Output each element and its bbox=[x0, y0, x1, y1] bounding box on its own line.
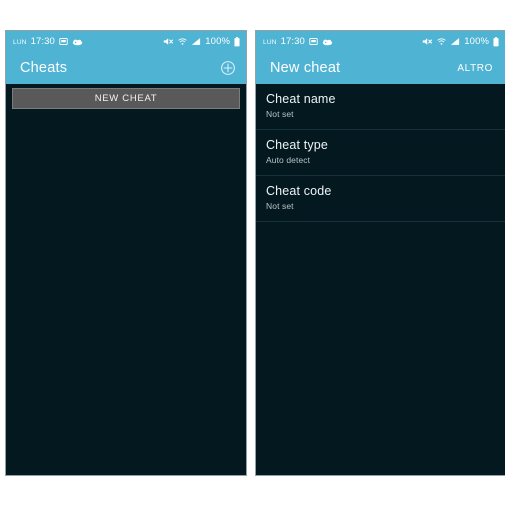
signal-icon bbox=[450, 37, 460, 46]
new-cheat-button-wrap: NEW CHEAT bbox=[6, 84, 246, 109]
cloud-sync-icon bbox=[322, 38, 333, 46]
sd-card-icon bbox=[59, 37, 68, 46]
mute-icon bbox=[422, 37, 433, 46]
page-title: Cheats bbox=[20, 60, 68, 76]
status-clock: 17:30 bbox=[30, 36, 55, 47]
mute-icon bbox=[163, 37, 174, 46]
setting-value: Not set bbox=[266, 201, 294, 211]
left-status-bar: LUN 17:30 100% bbox=[6, 31, 246, 52]
status-bar-left-group: LUN 17:30 bbox=[13, 36, 83, 47]
battery-percent-label: 100% bbox=[464, 36, 489, 47]
battery-percent-label: 100% bbox=[205, 36, 230, 47]
status-bar-left-group: LUN 17:30 bbox=[263, 36, 333, 47]
right-phone-screen: LUN 17:30 100% New cheat ALTRO Cheat nam… bbox=[255, 30, 505, 476]
page-title: New cheat bbox=[270, 60, 341, 76]
add-circle-icon[interactable] bbox=[219, 59, 237, 77]
setting-title: Cheat name bbox=[266, 92, 336, 106]
left-phone-screen: LUN 17:30 100% Cheats NEW CHEAT bbox=[5, 30, 247, 476]
cloud-sync-icon bbox=[72, 38, 83, 46]
setting-value: Auto detect bbox=[266, 155, 311, 165]
battery-full-icon bbox=[234, 36, 240, 47]
list-item[interactable]: Cheat name Not set bbox=[256, 84, 505, 130]
status-bar-right-group: 100% bbox=[422, 36, 499, 47]
list-item[interactable]: Cheat code Not set bbox=[256, 176, 505, 222]
right-status-bar: LUN 17:30 100% bbox=[256, 31, 505, 52]
setting-title: Cheat type bbox=[266, 138, 328, 152]
battery-full-icon bbox=[493, 36, 499, 47]
right-content-area: Cheat name Not set Cheat type Auto detec… bbox=[256, 84, 505, 475]
new-cheat-button[interactable]: NEW CHEAT bbox=[12, 88, 240, 109]
list-item[interactable]: Cheat type Auto detect bbox=[256, 130, 505, 176]
screenshot-root: LUN 17:30 100% Cheats NEW CHEAT LUN 17:3… bbox=[0, 0, 512, 512]
right-app-bar: New cheat ALTRO bbox=[256, 52, 505, 84]
status-day-label: LUN bbox=[13, 39, 27, 46]
status-bar-right-group: 100% bbox=[163, 36, 240, 47]
wifi-icon bbox=[437, 37, 446, 46]
status-day-label: LUN bbox=[263, 39, 277, 46]
setting-value: Not set bbox=[266, 109, 294, 119]
signal-icon bbox=[191, 37, 201, 46]
settings-list: Cheat name Not set Cheat type Auto detec… bbox=[256, 84, 505, 222]
wifi-icon bbox=[178, 37, 187, 46]
setting-title: Cheat code bbox=[266, 184, 332, 198]
more-options-button[interactable]: ALTRO bbox=[457, 63, 496, 74]
left-content-area: NEW CHEAT bbox=[6, 84, 246, 475]
sd-card-icon bbox=[309, 37, 318, 46]
left-app-bar: Cheats bbox=[6, 52, 246, 84]
status-clock: 17:30 bbox=[280, 36, 305, 47]
